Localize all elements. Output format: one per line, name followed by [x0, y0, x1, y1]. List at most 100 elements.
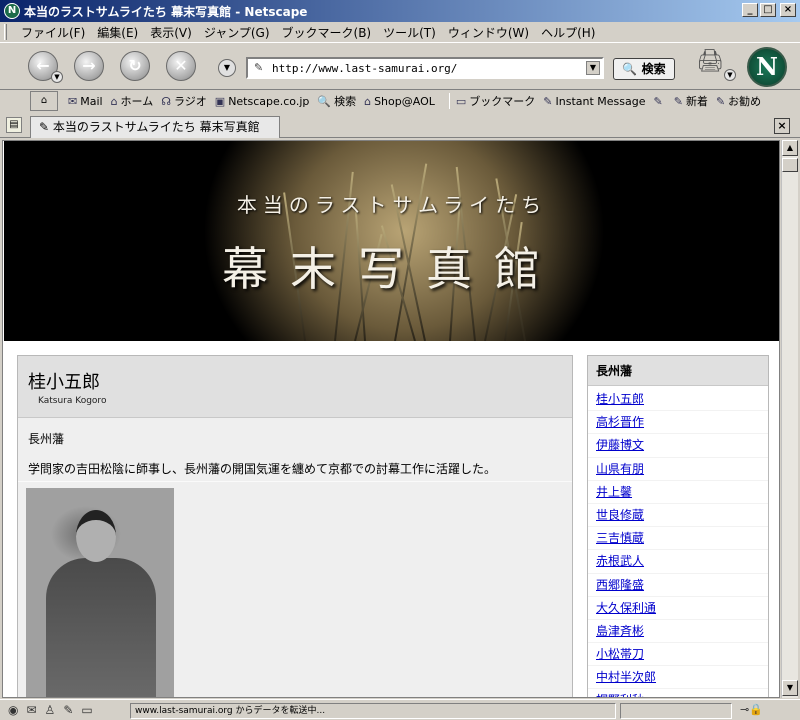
sidebar-link-miyoshi[interactable]: 三吉慎蔵 — [588, 527, 768, 551]
back-history-dropdown-icon[interactable]: ▼ — [51, 71, 63, 83]
portrait-head — [76, 510, 116, 562]
sidebar-header: 長州藩 — [588, 356, 768, 386]
toolbar-separator — [448, 93, 450, 109]
close-button[interactable]: × — [780, 3, 796, 17]
my-netscape-icon: ▣ — [214, 94, 226, 108]
toolbar-mail[interactable]: ✉ Mail — [68, 95, 103, 108]
vertical-scrollbar[interactable]: ▲ ▼ — [781, 140, 798, 698]
sidebar-link-katsura[interactable]: 桂小五郎 — [588, 388, 768, 412]
tab-label: 本当のラストサムライたち 幕末写真館 — [52, 120, 260, 134]
menu-go[interactable]: ジャンプ(G) — [198, 24, 276, 41]
toolbar-new[interactable]: ✎ 新着 — [674, 93, 708, 109]
clan-sidebar: 長州藩 桂小五郎 高杉晋作 伊藤博文 山県有朋 井上馨 世良修蔵 三吉慎蔵 赤根… — [587, 355, 769, 697]
sidebar-link-inoue[interactable]: 井上馨 — [588, 481, 768, 504]
profile-header: 桂小五郎 Katsura Kogoro — [18, 356, 572, 418]
back-button[interactable]: ← ▼ — [28, 51, 63, 83]
url-text: http://www.last-samurai.org/ — [272, 62, 458, 75]
link-icon: ✎ — [715, 94, 726, 108]
mail-icon[interactable]: ✉ — [26, 703, 36, 717]
page-link-icon: ✎ — [254, 61, 264, 74]
menu-grip — [4, 24, 7, 40]
search-button-label: 検索 — [641, 62, 666, 76]
reload-button[interactable]: ↻ — [120, 51, 150, 81]
sidebar-link-shimazu[interactable]: 島津斉彬 — [588, 620, 768, 644]
address-book-icon[interactable]: ▭ — [81, 703, 92, 717]
link-icon: ✎ — [653, 94, 663, 108]
scroll-down-button[interactable]: ▼ — [782, 680, 798, 696]
sidebar-link-ito[interactable]: 伊藤博文 — [588, 434, 768, 458]
window-controls: _ □ × — [742, 3, 796, 17]
back-arrow-icon: ← — [36, 56, 50, 75]
person-roman-name: Katsura Kogoro — [38, 396, 107, 406]
link-icon: ✎ — [673, 94, 683, 108]
print-dropdown-icon[interactable]: ▼ — [724, 69, 736, 81]
banner-title: 幕末写真館 — [222, 242, 562, 296]
profile-panel: 桂小五郎 Katsura Kogoro 長州藩 学問家の吉田松陰に師事し、長州藩… — [17, 355, 573, 697]
url-field[interactable]: ✎ http://www.last-samurai.org/ ▼ — [246, 57, 604, 79]
mail-icon: ✉ — [68, 94, 78, 108]
sidebar-link-akane[interactable]: 赤根武人 — [588, 550, 768, 574]
link-icon: ✎ — [39, 120, 53, 134]
search-icon: 🔍 — [317, 94, 332, 108]
person-description: 学問家の吉田松陰に師事し、長州藩の開国気運を纏めて京都での討幕工作に活躍した。 — [28, 462, 497, 476]
site-banner: 本当のラストサムライたち 幕末写真館 — [4, 141, 779, 341]
navigator-icon[interactable]: ◉ — [8, 703, 18, 717]
toolbar-bookmarks[interactable]: ▭ ブックマーク — [456, 93, 535, 109]
composer-icon[interactable]: ✎ — [63, 703, 73, 717]
shop-icon: ⌂ — [364, 94, 372, 108]
sidebar-link-saigo[interactable]: 西郷隆盛 — [588, 574, 768, 597]
sidebar-link-list: 桂小五郎 高杉晋作 伊藤博文 山県有朋 井上馨 世良修蔵 三吉慎蔵 赤根武人 西… — [588, 388, 768, 697]
menu-view[interactable]: 表示(V) — [144, 24, 198, 41]
url-history-dropdown[interactable]: ▼ — [586, 61, 600, 75]
aim-icon[interactable]: ♙ — [45, 703, 56, 717]
banner-subtitle: 本当のラストサムライたち — [236, 193, 548, 217]
menu-edit[interactable]: 編集(E) — [91, 24, 144, 41]
scroll-up-button[interactable]: ▲ — [782, 140, 798, 156]
sidebar-link-komatsu[interactable]: 小松帯刀 — [588, 643, 768, 667]
new-tab-icon[interactable]: ▤ — [6, 117, 22, 133]
stop-button[interactable]: ✕ — [166, 51, 196, 81]
page-viewport: 本当のラストサムライたち 幕末写真館 桂小五郎 Katsura Kogoro 長… — [2, 140, 780, 698]
netscape-app-icon[interactable]: N — [4, 3, 20, 19]
toolbar-home-icon[interactable]: ⌂ — [30, 91, 58, 111]
sidebar-link-nakamura[interactable]: 中村半次郎 — [588, 666, 768, 690]
chevron-down-icon: ▼ — [223, 63, 231, 72]
tab-current[interactable]: ✎ 本当のラストサムライたち 幕末写真館 — [30, 116, 280, 138]
menu-tools[interactable]: ツール(T) — [377, 24, 442, 41]
maximize-button[interactable]: □ — [760, 3, 776, 17]
sidebar-link-takasugi[interactable]: 高杉晋作 — [588, 411, 768, 435]
menu-bar: ファイル(F) 編集(E) 表示(V) ジャンプ(G) ブックマーク(B) ツー… — [0, 22, 800, 42]
sidebar-link-kirino[interactable]: 桐野利秋 — [588, 689, 768, 697]
sidebar-link-okubo[interactable]: 大久保利通 — [588, 597, 768, 620]
toolbar-radio[interactable]: ☊ ラジオ — [161, 93, 207, 109]
url-go-button[interactable]: ▼ — [218, 59, 236, 77]
menu-file[interactable]: ファイル(F) — [15, 24, 91, 41]
menu-window[interactable]: ウィンドウ(W) — [442, 24, 535, 41]
navigation-toolbar: ← ▼ → ↻ ✕ ▼ ✎ http://www.last-samurai.or… — [0, 42, 800, 90]
netscape-logo[interactable]: N — [747, 47, 787, 87]
progress-bar — [620, 703, 732, 719]
print-icon[interactable]: 🖨 — [695, 49, 725, 79]
portrait-photo — [26, 488, 174, 697]
toolbar-recommended[interactable]: ✎ お勧め — [716, 93, 761, 109]
portrait-figure — [46, 558, 156, 697]
minimize-button[interactable]: _ — [742, 3, 758, 17]
scroll-thumb[interactable] — [782, 158, 798, 172]
sidebar-link-yamagata[interactable]: 山県有朋 — [588, 458, 768, 481]
close-tab-button[interactable]: × — [774, 118, 790, 134]
forward-button[interactable]: → — [74, 51, 104, 81]
toolbar-blank-link[interactable]: ✎ — [654, 95, 666, 108]
toolbar-home[interactable]: ⌂ ホーム — [111, 93, 154, 109]
menu-bookmarks[interactable]: ブックマーク(B) — [276, 24, 378, 41]
window-title: 本当のラストサムライたち 幕末写真館 - Netscape — [24, 4, 308, 19]
person-name: 桂小五郎 — [28, 372, 100, 393]
toolbar-search[interactable]: 🔍 検索 — [317, 93, 356, 109]
security-lock-icon[interactable]: ⊸🔒 — [740, 703, 763, 716]
menu-help[interactable]: ヘルプ(H) — [535, 24, 601, 41]
sidebar-link-sera[interactable]: 世良修蔵 — [588, 504, 768, 528]
search-button[interactable]: 🔍 検索 — [613, 58, 675, 80]
toolbar-shop-aol[interactable]: ⌂ Shop@AOL — [364, 95, 435, 108]
toolbar-netscape-jp[interactable]: ▣ Netscape.co.jp — [215, 95, 310, 108]
stop-icon: ✕ — [174, 56, 188, 75]
toolbar-instant-message[interactable]: ✎ Instant Message — [543, 95, 645, 108]
